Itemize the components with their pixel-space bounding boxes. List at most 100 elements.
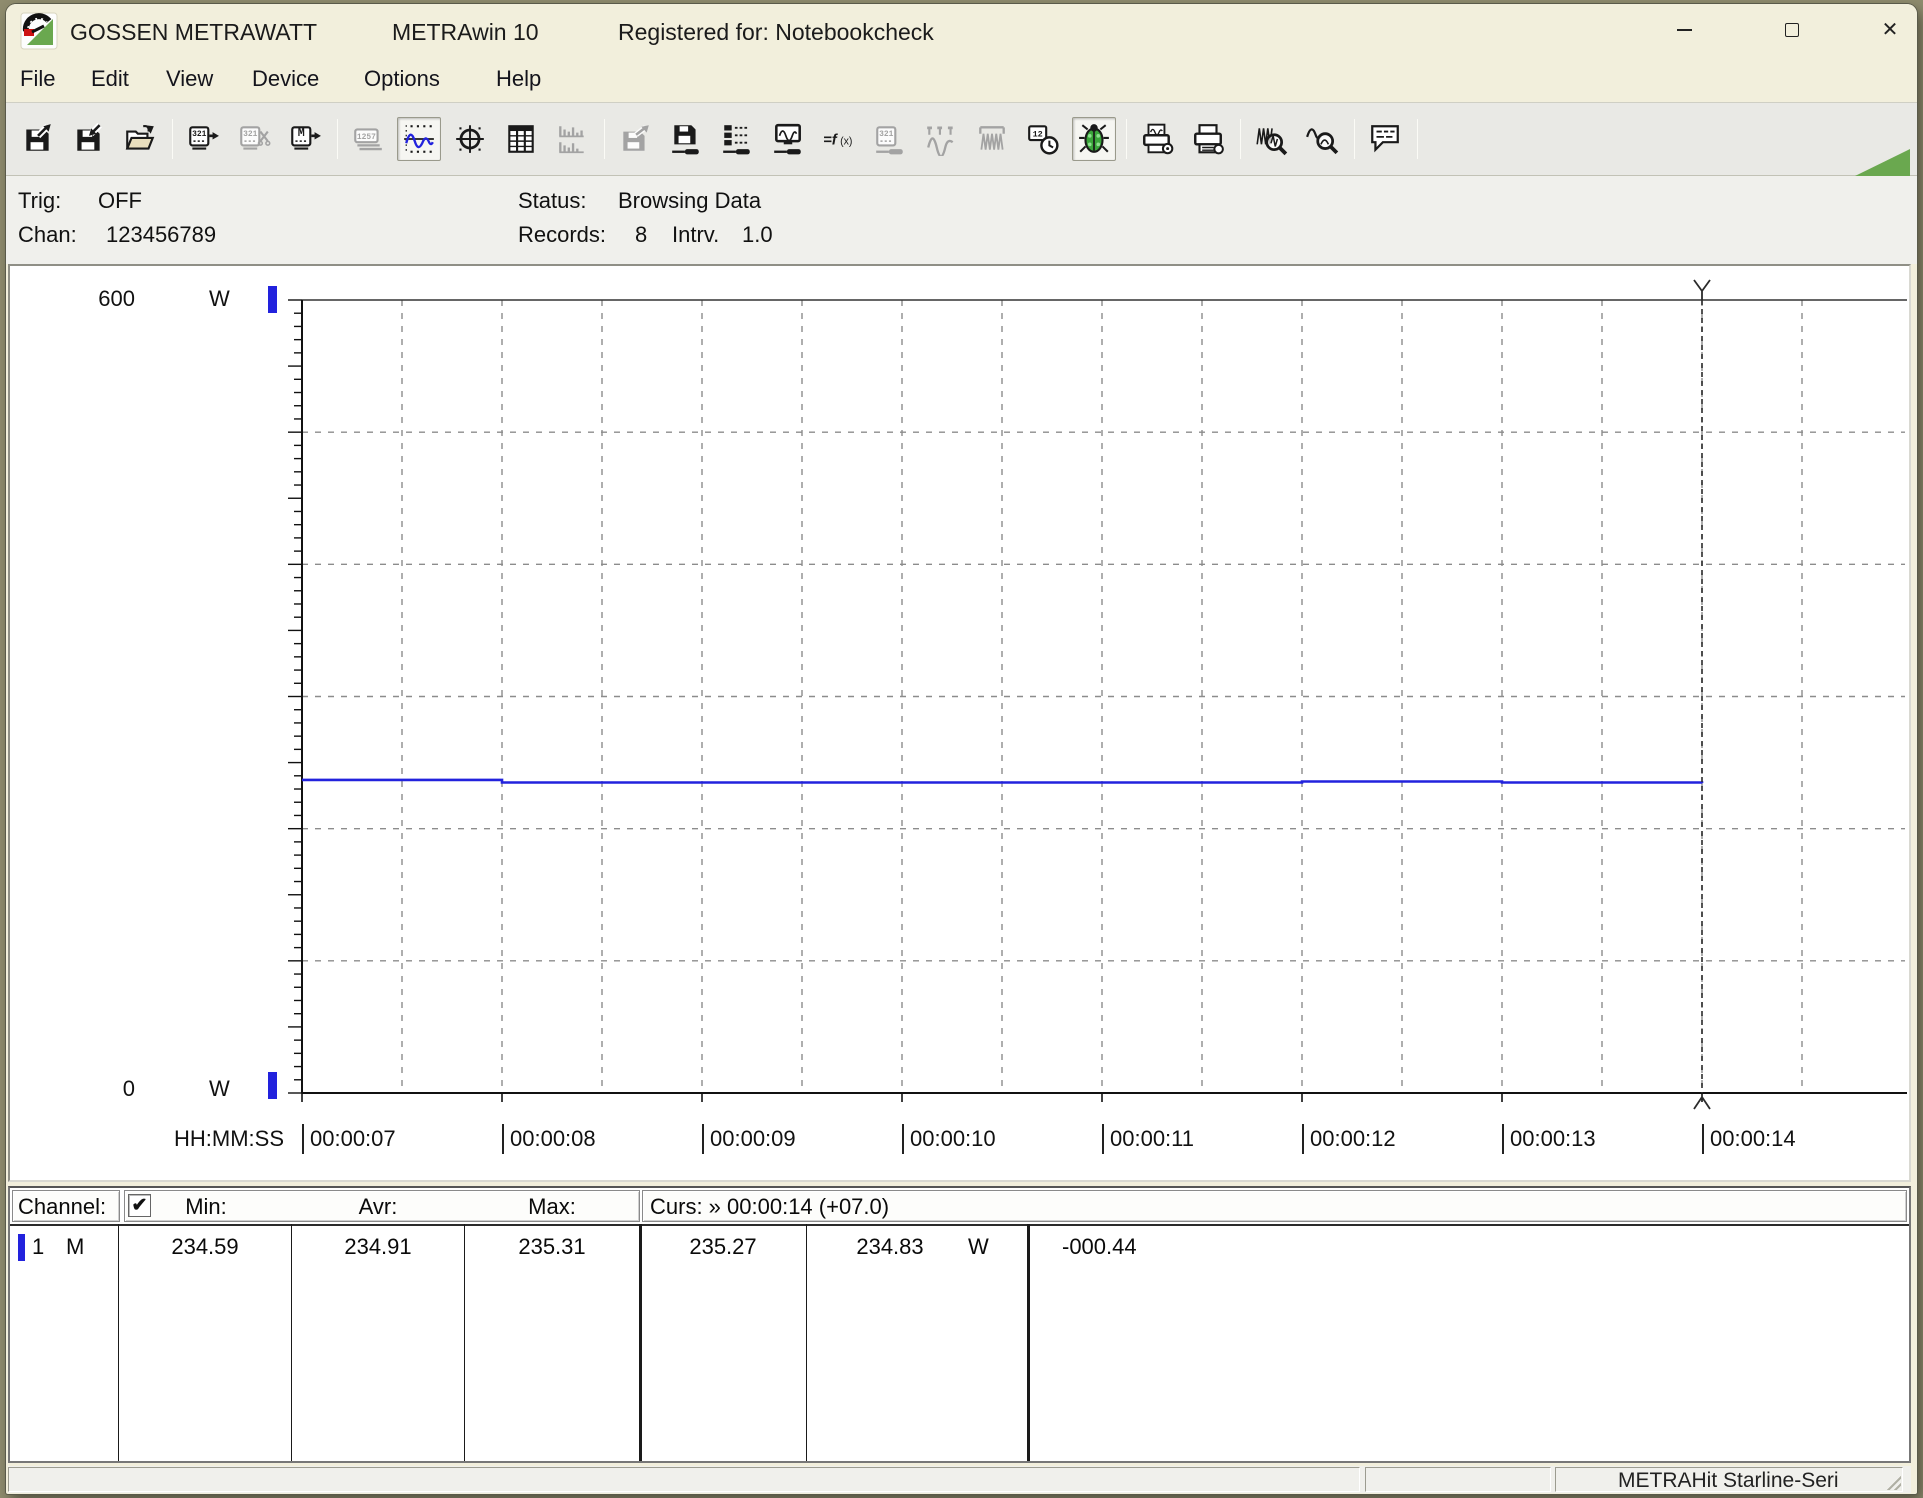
xy-view-button[interactable] (448, 117, 492, 161)
chart-view-button[interactable] (397, 117, 441, 161)
channel-setup-button[interactable] (715, 117, 759, 161)
monitor-tool-icon (771, 122, 805, 156)
menu-item-file[interactable]: File (20, 66, 55, 92)
export-data-button (613, 117, 657, 161)
toolbar-separator (1240, 119, 1241, 159)
connected-device-name: METRAHit Starline-Seri (1618, 1469, 1839, 1493)
toolbar-separator (604, 119, 605, 159)
open-file-button[interactable] (118, 117, 162, 161)
sampling-setup-button (970, 117, 1014, 161)
interval-value: 1.0 (742, 222, 773, 248)
y-axis-min-label: 0 (55, 1076, 135, 1102)
floppy-tool-icon (669, 122, 703, 156)
display-setup-button[interactable] (766, 117, 810, 161)
title-bar: GOSSEN METRAWATT METRAwin 10 Registered … (6, 4, 1917, 58)
cursor-top-handle[interactable] (1694, 280, 1710, 300)
channel1-range-top-marker (268, 286, 277, 313)
statusbar-panel-main (8, 1467, 1360, 1492)
row-unit: W (968, 1234, 989, 1260)
import-data-button[interactable] (664, 117, 708, 161)
wave-seg-icon (924, 122, 958, 156)
print-icon (1191, 122, 1225, 156)
fx-icon: =f(x) (822, 122, 856, 156)
time-setup-button[interactable]: 12 (1021, 117, 1065, 161)
save-in-icon (72, 122, 106, 156)
export-file-button[interactable] (16, 117, 60, 161)
x-axis-label: 00:00:14 (1702, 1124, 1796, 1154)
bug-icon (1077, 122, 1111, 156)
read-device-button[interactable]: 321 (181, 117, 225, 161)
close-button[interactable]: ✕ (1868, 10, 1912, 50)
chart-panel[interactable]: 600 W 0 W HH:MM:SS 00:00:0700:00:0800:00… (8, 264, 1911, 1182)
toolbar: 321 321 M 1257 =f(x) 321 12 (6, 102, 1917, 176)
histo-icon (555, 122, 589, 156)
col-header-avr: Avr: (318, 1194, 438, 1220)
table-divider (639, 1224, 642, 1461)
trigger-setup-button (919, 117, 963, 161)
channel1-color-swatch (18, 1234, 25, 1261)
list-tool-icon (720, 122, 754, 156)
minimize-button[interactable] (1662, 10, 1706, 50)
x-axis-label: 00:00:11 (1102, 1124, 1194, 1154)
row-min-value: 234.59 (145, 1234, 265, 1260)
trigger-value: OFF (98, 188, 142, 214)
disconnect-device-button: 321 (232, 117, 276, 161)
histogram-view-button (550, 117, 594, 161)
table-divider (1027, 1224, 1030, 1461)
table-view-button[interactable] (499, 117, 543, 161)
print-view-icon (1140, 122, 1174, 156)
crosshair-icon (453, 122, 487, 156)
comment-button[interactable] (1363, 117, 1407, 161)
status-value: Browsing Data (618, 188, 761, 214)
chart-icon (402, 122, 436, 156)
row-avr-value: 234.91 (318, 1234, 438, 1260)
row-max-value: 235.31 (492, 1234, 612, 1260)
plot-area[interactable] (10, 266, 1909, 1180)
dev321-read-icon: 321 (186, 122, 220, 156)
save-file-button[interactable] (67, 117, 111, 161)
trigger-label: Trig: (18, 188, 61, 214)
zoom-out-button[interactable] (1300, 117, 1344, 161)
maximize-button[interactable] (1770, 10, 1814, 50)
x-axis-label: 00:00:12 (1302, 1124, 1396, 1154)
row-cursor-end-value: 234.83 (830, 1234, 950, 1260)
x-axis-label: 00:00:08 (502, 1124, 596, 1154)
formula-fx-button[interactable]: =f(x) (817, 117, 861, 161)
maximize-icon (1785, 23, 1799, 37)
zoom-curve-icon (1305, 122, 1339, 156)
svg-text:1257: 1257 (357, 133, 376, 142)
zoom-in-button[interactable] (1249, 117, 1293, 161)
resize-grip[interactable] (1883, 1472, 1901, 1490)
status-label: Status: (518, 188, 586, 214)
col-header-min: Min: (146, 1194, 266, 1220)
header-divider (10, 1224, 1909, 1226)
table-divider (118, 1224, 119, 1461)
open-icon (123, 122, 157, 156)
menu-bar: File Edit View Device Options Help (6, 58, 1917, 102)
interval-label: Intrv. (672, 222, 719, 248)
menu-item-options[interactable]: Options (364, 66, 440, 92)
menu-item-view[interactable]: View (166, 66, 213, 92)
debug-button[interactable] (1072, 117, 1116, 161)
comment-icon (1368, 122, 1402, 156)
gossen-metrawatt-logo-icon (20, 12, 58, 50)
col-header-max: Max: (492, 1194, 612, 1220)
window-title-brand: GOSSEN METRAWATT (70, 19, 317, 46)
menu-item-device[interactable]: Device (252, 66, 319, 92)
print-button[interactable] (1186, 117, 1230, 161)
dev321-tool-icon: 321 (873, 122, 907, 156)
device-setup-button: 321 (868, 117, 912, 161)
read-memory-button[interactable]: M (283, 117, 327, 161)
table-divider (806, 1224, 807, 1461)
y-axis-max-label: 600 (55, 286, 135, 312)
print-preview-button[interactable] (1135, 117, 1179, 161)
row-channel-mode: M (66, 1234, 84, 1260)
grid-icon (504, 122, 538, 156)
col-header-channel: Channel: (18, 1194, 106, 1220)
floppy-share-icon (618, 122, 652, 156)
channel-value: 123456789 (106, 222, 216, 248)
channel-stats-table: Channel: ✔ Min: Avr: Max: Curs: » 00:00:… (8, 1186, 1911, 1463)
toolbar-separator (1126, 119, 1127, 159)
menu-item-edit[interactable]: Edit (91, 66, 129, 92)
menu-item-help[interactable]: Help (496, 66, 541, 92)
